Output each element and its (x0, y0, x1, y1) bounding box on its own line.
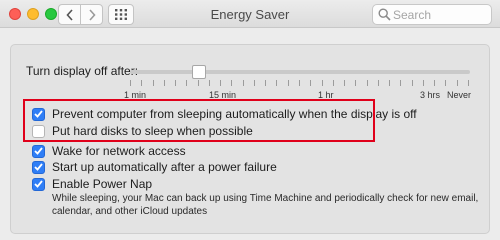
tick-label-3-hrs: 3 hrs (420, 90, 441, 100)
slider-tick (163, 80, 165, 86)
option-label: Enable Power Nap (52, 177, 153, 191)
slider-tick (321, 80, 323, 86)
slider-tick (242, 80, 244, 86)
checkmark-icon (34, 180, 43, 188)
slider-tick (208, 80, 210, 86)
checkmark-icon (34, 147, 43, 155)
slider-tick (231, 80, 233, 86)
checkbox[interactable] (32, 144, 45, 158)
slider-tick (434, 80, 436, 86)
option-wake-network[interactable]: Wake for network access (32, 143, 186, 159)
option-power-nap[interactable]: Enable Power Nap (32, 176, 152, 192)
search-icon (378, 8, 391, 21)
slider-tick (310, 80, 312, 86)
slider-tick (141, 80, 143, 86)
slider-tick (265, 80, 267, 86)
slider-ticks (130, 80, 470, 88)
slider-tick (344, 80, 346, 86)
checkbox[interactable] (32, 160, 45, 174)
tick-label-never: Never (447, 90, 472, 100)
slider-tick (299, 80, 300, 86)
slider-tick (411, 80, 413, 86)
slider-tick (332, 80, 334, 86)
slider-tick (175, 80, 177, 86)
option-label: Wake for network access (52, 144, 186, 158)
checkbox[interactable] (32, 177, 45, 191)
slider-tick (456, 80, 458, 86)
option-auto-start[interactable]: Start up automatically after a power fai… (32, 159, 277, 175)
slider-tick (197, 80, 199, 86)
checkmark-icon (34, 163, 43, 171)
title-bar: Energy Saver Search (0, 0, 500, 28)
slider-tick (445, 80, 447, 86)
display-sleep-slider-knob[interactable] (192, 65, 206, 79)
slider-tick (468, 80, 469, 86)
slider-tick (220, 80, 222, 86)
slider-tick (355, 80, 357, 86)
slider-tick (377, 80, 379, 86)
slider-tick (253, 80, 255, 86)
search-placeholder: Search (393, 8, 432, 22)
power-nap-description: While sleeping, your Mac can back up usi… (52, 193, 479, 217)
slider-tick (366, 80, 368, 86)
slider-tick (130, 80, 131, 86)
slider-tick (276, 80, 278, 86)
slider-tick (400, 80, 402, 86)
annotation-highlight-box (23, 99, 375, 142)
slider-tick (152, 80, 154, 86)
slider-tick (389, 80, 391, 86)
search-field[interactable]: Search (372, 4, 492, 25)
slider-tick (186, 80, 188, 86)
slider-tick (422, 80, 424, 86)
display-sleep-label: Turn display off after: (26, 64, 139, 78)
slider-tick (287, 80, 289, 86)
option-label: Start up automatically after a power fai… (52, 160, 277, 174)
display-sleep-slider-track[interactable] (130, 70, 470, 74)
